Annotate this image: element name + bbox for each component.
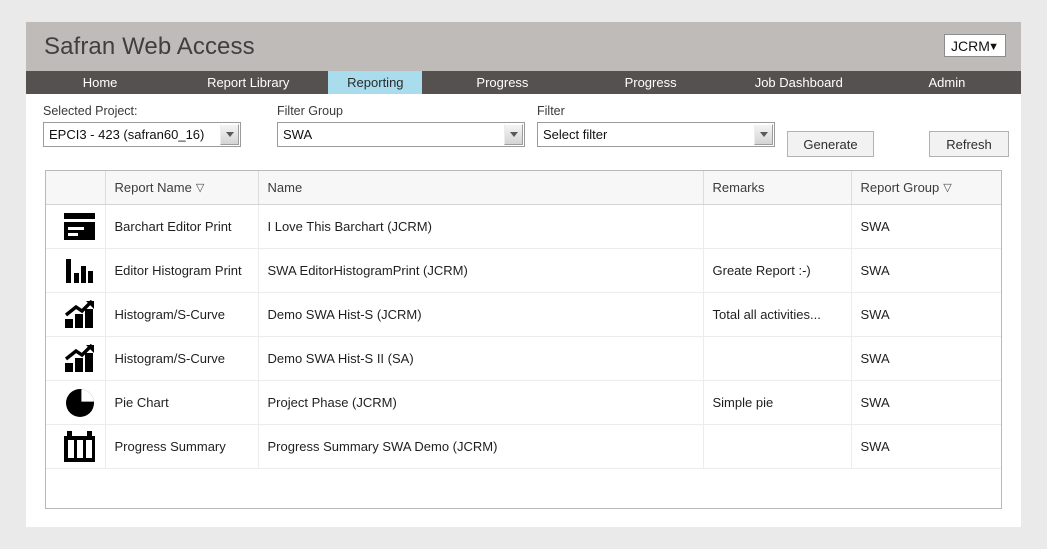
- histogram-curve-icon: [46, 336, 106, 381]
- histogram-icon: [46, 248, 106, 293]
- cell-report-group: SWA: [851, 380, 1001, 425]
- cell-report-name: Barchart Editor Print: [105, 204, 259, 249]
- cell-remarks: Total all activities...: [703, 292, 852, 337]
- table-row[interactable]: Histogram/S-Curve Demo SWA Hist-S II (SA…: [46, 336, 1001, 381]
- cell-report-name: Editor Histogram Print: [105, 248, 259, 293]
- pie-chart-icon: [46, 380, 106, 425]
- table-row[interactable]: Progress Summary Progress Summary SWA De…: [46, 424, 1001, 469]
- column-header-remarks-label: Remarks: [712, 180, 765, 195]
- cell-report-group: SWA: [851, 292, 1001, 337]
- filter-value: Select filter: [543, 127, 608, 142]
- filter-group-field: Filter Group SWA: [277, 104, 525, 147]
- generate-button[interactable]: Generate: [787, 131, 874, 157]
- filter-dropdown[interactable]: Select filter: [537, 122, 775, 147]
- cell-name: SWA EditorHistogramPrint (JCRM): [258, 248, 704, 293]
- column-header-icon: [46, 171, 106, 205]
- cell-report-group: SWA: [851, 248, 1001, 293]
- cell-name: Project Phase (JCRM): [258, 380, 704, 425]
- cell-name: I Love This Barchart (JCRM): [258, 204, 704, 249]
- histogram-curve-icon: [46, 292, 106, 337]
- reports-table-head: Report Name ▽ Name Remarks Report Group ▽: [46, 171, 1001, 205]
- cell-name: Progress Summary SWA Demo (JCRM): [258, 424, 704, 469]
- column-header-report-name-label: Report Name: [114, 180, 192, 195]
- reports-table-container: Report Name ▽ Name Remarks Report Group ▽: [45, 170, 1002, 509]
- nav-item-progress-1[interactable]: Progress: [428, 71, 576, 94]
- column-header-name[interactable]: Name: [258, 171, 704, 205]
- chevron-down-icon[interactable]: [754, 124, 773, 145]
- filter-funnel-icon[interactable]: ▽: [196, 181, 204, 194]
- nav-item-home[interactable]: Home: [26, 71, 174, 94]
- user-select-wrapper: JCRM ▼: [944, 34, 1006, 57]
- reports-table-body: Barchart Editor Print I Love This Barcha…: [46, 204, 1001, 469]
- cell-report-group: SWA: [851, 204, 1001, 249]
- table-row[interactable]: Barchart Editor Print I Love This Barcha…: [46, 204, 1001, 249]
- filter-label: Filter: [537, 104, 565, 118]
- table-row[interactable]: Pie Chart Project Phase (JCRM) Simple pi…: [46, 380, 1001, 425]
- progress-summary-icon: [46, 424, 106, 469]
- cell-report-name: Progress Summary: [105, 424, 259, 469]
- column-header-report-name[interactable]: Report Name ▽: [105, 171, 259, 205]
- cell-remarks: [703, 424, 852, 469]
- filter-group-label: Filter Group: [277, 104, 343, 118]
- cell-remarks: Simple pie: [703, 380, 852, 425]
- column-header-name-label: Name: [267, 180, 303, 195]
- nav-item-admin[interactable]: Admin: [873, 71, 1021, 94]
- barchart-editor-icon: [46, 204, 106, 249]
- selected-project-field: Selected Project: EPCI3 - 423 (safran60_…: [43, 104, 241, 147]
- cell-name: Demo SWA Hist-S (JCRM): [258, 292, 704, 337]
- column-header-report-group-label: Report Group: [860, 180, 940, 195]
- nav-item-progress-2[interactable]: Progress: [577, 71, 725, 94]
- cell-report-name: Histogram/S-Curve: [105, 336, 259, 381]
- cell-name: Demo SWA Hist-S II (SA): [258, 336, 704, 381]
- cell-report-name: Pie Chart: [105, 380, 259, 425]
- refresh-button[interactable]: Refresh: [929, 131, 1009, 157]
- chevron-down-icon[interactable]: [504, 124, 523, 145]
- table-header-row: Report Name ▽ Name Remarks Report Group ▽: [46, 171, 1001, 205]
- filter-toolbar: Selected Project: EPCI3 - 423 (safran60_…: [26, 94, 1021, 157]
- cell-remarks: [703, 336, 852, 381]
- cell-report-group: SWA: [851, 424, 1001, 469]
- selected-project-label: Selected Project:: [43, 104, 138, 118]
- cell-remarks: Greate Report :-): [703, 248, 852, 293]
- chevron-down-icon[interactable]: [220, 124, 239, 145]
- reports-table: Report Name ▽ Name Remarks Report Group ▽: [46, 171, 1001, 469]
- nav-item-reporting[interactable]: Reporting: [328, 71, 423, 94]
- table-row[interactable]: Histogram/S-Curve Demo SWA Hist-S (JCRM)…: [46, 292, 1001, 337]
- filter-group-dropdown[interactable]: SWA: [277, 122, 525, 147]
- column-header-report-group[interactable]: Report Group ▽: [851, 171, 1001, 205]
- filter-funnel-icon[interactable]: ▽: [943, 181, 951, 194]
- app-titlebar: Safran Web Access JCRM ▼: [26, 22, 1021, 71]
- main-navigation: Home Report Library Reporting Progress P…: [26, 71, 1021, 94]
- nav-item-job-dashboard[interactable]: Job Dashboard: [725, 71, 873, 94]
- nav-item-report-library[interactable]: Report Library: [174, 71, 322, 94]
- selected-project-value: EPCI3 - 423 (safran60_16): [49, 127, 205, 142]
- app-panel: Safran Web Access JCRM ▼ Home Report Lib…: [26, 22, 1021, 527]
- column-header-remarks[interactable]: Remarks: [703, 171, 852, 205]
- app-title: Safran Web Access: [44, 32, 255, 60]
- selected-project-dropdown[interactable]: EPCI3 - 423 (safran60_16): [43, 122, 241, 147]
- table-row[interactable]: Editor Histogram Print SWA EditorHistogr…: [46, 248, 1001, 293]
- user-select[interactable]: JCRM: [944, 34, 1006, 57]
- cell-report-group: SWA: [851, 336, 1001, 381]
- cell-report-name: Histogram/S-Curve: [105, 292, 259, 337]
- filter-group-value: SWA: [283, 127, 313, 142]
- filter-field: Filter Select filter: [537, 104, 775, 147]
- cell-remarks: [703, 204, 852, 249]
